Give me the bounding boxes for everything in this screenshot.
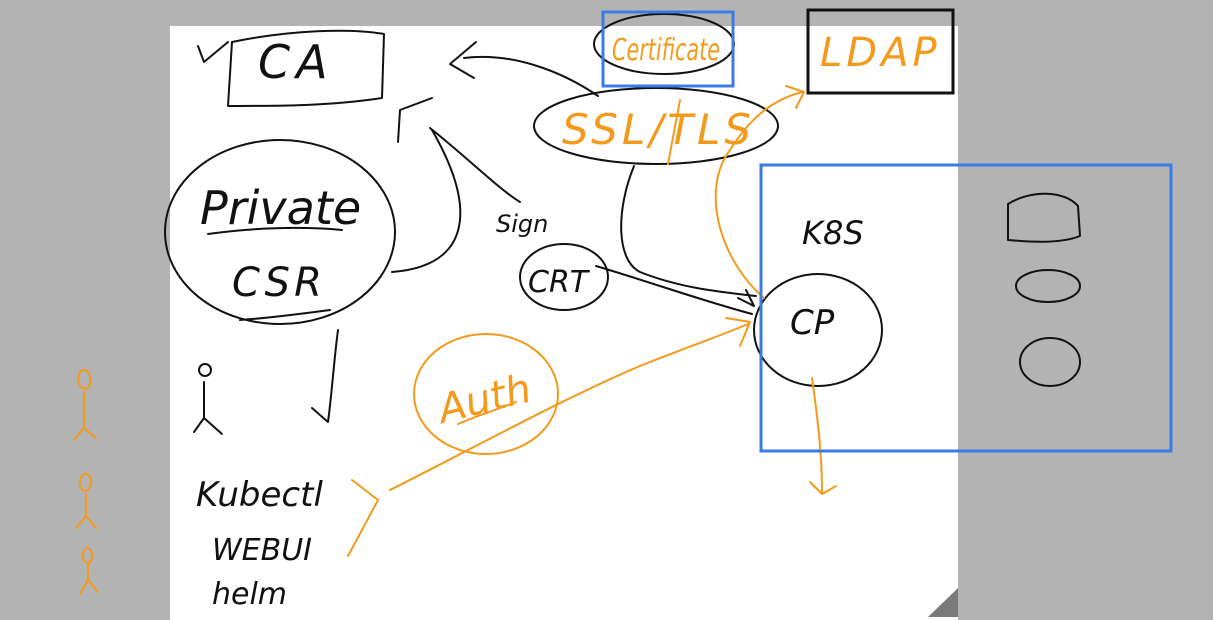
user-figure-orange-3 — [79, 547, 99, 595]
ca-label: CA — [258, 35, 334, 89]
node-ellipse-2 — [1019, 337, 1081, 387]
user-figure-orange-2 — [75, 472, 97, 529]
crt-label: CRT — [528, 265, 591, 300]
webui-label: WEBUI — [212, 533, 312, 568]
cp-label: CP — [790, 303, 835, 343]
private-label: Private — [200, 181, 361, 235]
sign-label: Sign — [496, 210, 548, 238]
node-ellipse-1 — [1015, 269, 1081, 303]
csr-label: CSR — [232, 260, 326, 306]
node-rect — [1007, 192, 1081, 243]
helm-label: helm — [212, 577, 287, 612]
whiteboard: CA Private CSR Sign CRT K8S CP Kubectl W… — [73, 8, 1173, 620]
ssl-tls-label: SSL/TLS — [562, 105, 755, 154]
ldap-label: LDAP — [820, 30, 941, 76]
kubectl-label: Kubectl — [196, 475, 323, 515]
user-figure-orange-1 — [73, 368, 97, 441]
certificate-label: Certificate — [612, 33, 720, 68]
k8s-label: K8S — [802, 214, 864, 252]
